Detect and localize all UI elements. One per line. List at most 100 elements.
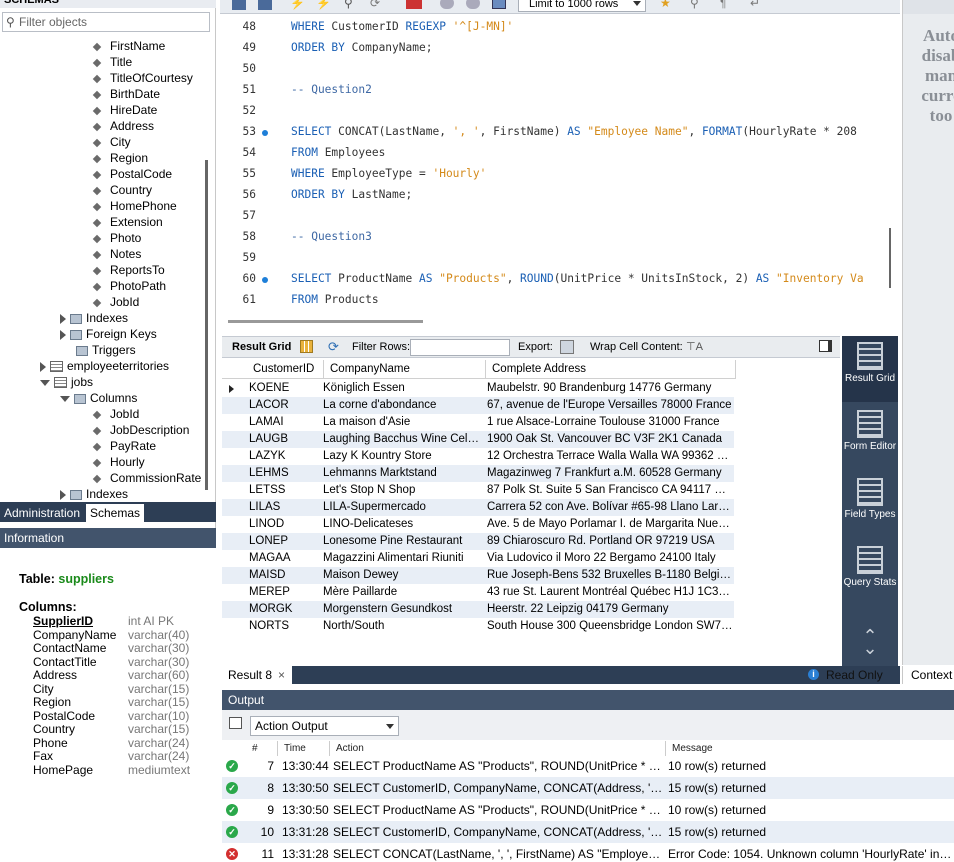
tab-schemas[interactable]: Schemas	[86, 504, 145, 522]
cell-customerid[interactable]: LAUGB	[249, 431, 321, 448]
toggle-panel-icon[interactable]	[819, 340, 832, 352]
editor-horizontal-scrollbar[interactable]	[228, 320, 423, 323]
cell-companyname[interactable]: Let's Stop N Shop	[323, 482, 481, 499]
cell-complete-address[interactable]: 1 rue Alsace-Lorraine Toulouse 31000 Fra…	[487, 414, 733, 431]
cell-customerid[interactable]: KOENE	[249, 380, 321, 397]
cell-complete-address[interactable]: 87 Polk St. Suite 5 San Francisco CA 941…	[487, 482, 733, 499]
table-row[interactable]: LAUGB Laughing Bacchus Wine Cellars 1900 O…	[222, 431, 734, 448]
rollback-icon[interactable]	[466, 0, 480, 9]
cell-complete-address[interactable]: Magazinweg 7 Frankfurt a.M. 60528 German…	[487, 465, 733, 482]
tree-scrollbar[interactable]	[205, 160, 208, 490]
cell-companyname[interactable]: Morgenstern Gesundkost	[323, 601, 481, 618]
tab-result-8[interactable]: Result 8 ×	[222, 666, 292, 684]
table-row[interactable]: LILAS LILA-Supermercado Carrera 52 con Ave…	[222, 499, 734, 516]
tree-triggers[interactable]: Triggers	[76, 342, 136, 358]
cell-companyname[interactable]: Mère Paillarde	[323, 584, 481, 601]
cell-companyname[interactable]: LINO-Delicateses	[323, 516, 481, 533]
copy-icon[interactable]	[229, 717, 242, 729]
stop-icon[interactable]: ⟳	[370, 0, 380, 9]
expanded-arrow-icon[interactable]	[60, 395, 70, 402]
sql-editor[interactable]: 48 49 50 51 52 53 54 55 56 57 58 59 60 61 WHERE Custo…	[220, 14, 900, 324]
tree-column-item[interactable]: JobId	[92, 406, 139, 422]
tree-column-item[interactable]: CommissionRate	[92, 470, 201, 486]
tree-column-item[interactable]: JobId	[92, 294, 139, 310]
commit-icon[interactable]	[440, 0, 454, 9]
output-row[interactable]: ✓ 7 13:30:44 SELECT ProductName AS "Product…	[222, 755, 954, 777]
open-icon[interactable]	[232, 0, 246, 10]
tree-column-item[interactable]: Notes	[92, 246, 141, 262]
tree-column-item[interactable]: BirthDate	[92, 86, 160, 102]
tree-column-item[interactable]: TitleOfCourtesy	[92, 70, 193, 86]
cell-customerid[interactable]: MEREP	[249, 584, 321, 601]
cell-companyname[interactable]: LILA-Supermercado	[323, 499, 481, 516]
col-header-complete-address[interactable]: Complete Address	[486, 360, 736, 378]
cell-companyname[interactable]: La corne d'abondance	[323, 397, 481, 414]
explain-icon[interactable]: ⚲	[344, 0, 353, 9]
cell-customerid[interactable]: NORTS	[249, 618, 321, 635]
tree-column-item[interactable]: HomePhone	[92, 198, 177, 214]
table-row[interactable]: MAGAA Magazzini Alimentari Riuniti Via Lud…	[222, 550, 734, 567]
cell-companyname[interactable]: Laughing Bacchus Wine Cellars	[323, 431, 481, 448]
cell-customerid[interactable]: LINOD	[249, 516, 321, 533]
cell-customerid[interactable]: MORGK	[249, 601, 321, 618]
cell-complete-address[interactable]: Via Ludovico il Moro 22 Bergamo 24100 It…	[487, 550, 733, 567]
output-col-time[interactable]: Time	[278, 741, 330, 756]
invisible-chars-icon[interactable]: ¶	[720, 0, 726, 9]
tree-column-item[interactable]: JobDescription	[92, 422, 189, 438]
output-type-select[interactable]: Action Output	[250, 716, 399, 736]
cell-companyname[interactable]: Königlich Essen	[323, 380, 481, 397]
side-tool-result-grid[interactable]: Result Grid	[842, 336, 898, 402]
table-row[interactable]: MEREP Mère Paillarde 43 rue St. Laurent Mo…	[222, 584, 734, 601]
cell-customerid[interactable]: LILAS	[249, 499, 321, 516]
collapsed-arrow-icon[interactable]	[60, 313, 66, 324]
output-col-num[interactable]: #	[246, 741, 278, 756]
editor-vertical-scrollbar[interactable]	[889, 228, 891, 288]
tree-column-item[interactable]: Country	[92, 182, 152, 198]
tree-column-item[interactable]: City	[92, 134, 131, 150]
output-row[interactable]: ✕ 11 13:31:28 SELECT CONCAT(LastName, ', ',…	[222, 843, 954, 862]
tree-columns[interactable]: Columns	[60, 390, 137, 406]
table-row[interactable]: NORTS North/South South House 300 Queensbr…	[222, 618, 734, 635]
table-row[interactable]: LINOD LINO-Delicateses Ave. 5 de Mayo Porl…	[222, 516, 734, 533]
filter-rows-input[interactable]	[410, 339, 510, 356]
side-tool-form-editor[interactable]: Form Editor	[842, 404, 898, 470]
toggle-icon[interactable]	[406, 0, 422, 9]
execute-current-icon[interactable]: ⚡	[316, 0, 331, 10]
collapsed-arrow-icon[interactable]	[60, 329, 66, 340]
cell-customerid[interactable]: LAZYK	[249, 448, 321, 465]
tree-table-employeeterritories[interactable]: employeeterritories	[40, 358, 169, 374]
cell-complete-address[interactable]: 1900 Oak St. Vancouver BC V3F 2K1 Canada	[487, 431, 733, 448]
collapsed-arrow-icon[interactable]	[40, 361, 46, 372]
tree-column-item[interactable]: PhotoPath	[92, 278, 166, 294]
cell-customerid[interactable]: LEHMS	[249, 465, 321, 482]
cell-companyname[interactable]: Maison Dewey	[323, 567, 481, 584]
cell-customerid[interactable]: LONEP	[249, 533, 321, 550]
tree-column-item[interactable]: Hourly	[92, 454, 145, 470]
tree-column-item[interactable]: Address	[92, 118, 154, 134]
col-header-customerid[interactable]: CustomerID	[247, 360, 324, 378]
refresh-icon[interactable]: ⟳	[328, 339, 339, 355]
grid-icon[interactable]	[300, 340, 313, 353]
table-row[interactable]: LACOR La corne d'abondance 67, avenue de l…	[222, 397, 734, 414]
tree-column-item[interactable]: Photo	[92, 230, 141, 246]
output-row[interactable]: ✓ 9 13:30:50 SELECT ProductName AS "Product…	[222, 799, 954, 821]
wrap-cell-icon[interactable]: ⊤A	[686, 340, 703, 353]
tab-administration[interactable]: Administration	[0, 504, 85, 522]
output-col-action[interactable]: Action	[330, 741, 666, 756]
cell-customerid[interactable]: LAMAI	[249, 414, 321, 431]
table-row[interactable]: MORGK Morgenstern Gesundkost Heerstr. 22 L…	[222, 601, 734, 618]
cell-complete-address[interactable]: Heerstr. 22 Leipzig 04179 Germany	[487, 601, 733, 618]
tab-context-help[interactable]: Context Help	[902, 666, 954, 684]
table-row[interactable]: LAMAI La maison d'Asie 1 rue Alsace-Lorrai…	[222, 414, 734, 431]
table-row[interactable]: LAZYK Lazy K Kountry Store 12 Orchestra Te…	[222, 448, 734, 465]
cell-complete-address[interactable]: 67, avenue de l'Europe Versailles 78000 …	[487, 397, 733, 414]
tree-column-item[interactable]: PayRate	[92, 438, 156, 454]
cell-companyname[interactable]: Lonesome Pine Restaurant	[323, 533, 481, 550]
wrap-icon[interactable]: ↵	[750, 0, 760, 9]
cell-customerid[interactable]: MAGAA	[249, 550, 321, 567]
tree-column-item[interactable]: PostalCode	[92, 166, 172, 182]
table-row[interactable]: MAISD Maison Dewey Rue Joseph-Bens 532 Bru…	[222, 567, 734, 584]
tree-column-item[interactable]: Title	[92, 54, 132, 70]
filter-objects-input[interactable]: ⚲ Filter objects	[2, 12, 210, 32]
tree-column-item[interactable]: Extension	[92, 214, 163, 230]
